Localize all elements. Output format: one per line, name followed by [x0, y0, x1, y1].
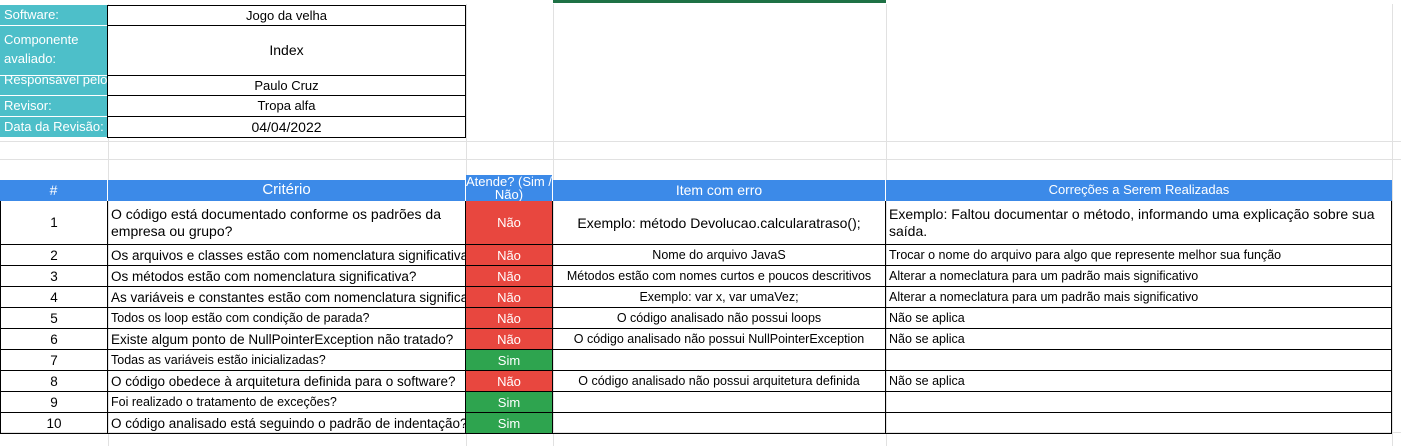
- row-num[interactable]: 3: [0, 266, 108, 287]
- header-item-erro[interactable]: Item com erro: [553, 180, 886, 201]
- selected-column-indicator: [553, 0, 886, 3]
- row-atende-status[interactable]: Não: [466, 245, 553, 266]
- row-item-erro[interactable]: [553, 350, 886, 371]
- row-correcao[interactable]: Não se aplica: [886, 308, 1392, 329]
- row-atende-status[interactable]: Não: [466, 201, 553, 245]
- row-atende-status[interactable]: Não: [466, 308, 553, 329]
- row-atende-status[interactable]: Sim: [466, 413, 553, 434]
- row-correcao[interactable]: Exemplo: Faltou documentar o método, inf…: [886, 201, 1392, 245]
- row-num[interactable]: 1: [0, 201, 108, 245]
- row-item-erro[interactable]: O código analisado não possui arquitetur…: [553, 371, 886, 392]
- info-value-revisor[interactable]: Tropa alfa: [107, 95, 466, 117]
- row-criterio[interactable]: Os métodos estão com nomenclatura signif…: [108, 266, 466, 287]
- row-correcao[interactable]: [886, 392, 1392, 413]
- info-value-software[interactable]: Jogo da velha: [107, 5, 466, 26]
- row-correcao[interactable]: Alterar a nomeclatura para um padrão mai…: [886, 287, 1392, 308]
- row-atende-status[interactable]: Sim: [466, 350, 553, 371]
- row-num[interactable]: 8: [0, 371, 108, 392]
- header-atende[interactable]: Atende? (Sim / Não): [466, 175, 553, 201]
- row-num[interactable]: 4: [0, 287, 108, 308]
- row-correcao[interactable]: [886, 350, 1392, 371]
- row-criterio[interactable]: O código analisado está seguindo o padrã…: [108, 413, 466, 434]
- header-criterio[interactable]: Critério: [108, 180, 466, 201]
- row-item-erro[interactable]: Exemplo: método Devolucao.calcularatraso…: [553, 201, 886, 245]
- row-atende-status[interactable]: Sim: [466, 392, 553, 413]
- row-criterio[interactable]: Foi realizado o tratamento de exceções?: [108, 392, 466, 413]
- row-item-erro[interactable]: Exemplo: var x, var umaVez;: [553, 287, 886, 308]
- row-item-erro[interactable]: O código analisado não possui NullPointe…: [553, 329, 886, 350]
- row-num[interactable]: 7: [0, 350, 108, 371]
- row-atende-status[interactable]: Não: [466, 287, 553, 308]
- row-atende-status[interactable]: Não: [466, 266, 553, 287]
- info-label-responsavel[interactable]: Responsável pelo: [0, 76, 108, 96]
- row-criterio[interactable]: Os arquivos e classes estão com nomencla…: [108, 245, 466, 266]
- row-criterio[interactable]: O código obedece à arquitetura definida …: [108, 371, 466, 392]
- row-criterio[interactable]: Existe algum ponto de NullPointerExcepti…: [108, 329, 466, 350]
- row-criterio[interactable]: Todas as variáveis estão inicializadas?: [108, 350, 466, 371]
- row-num[interactable]: 10: [0, 413, 108, 434]
- info-value-componente[interactable]: Index: [107, 25, 466, 76]
- row-num[interactable]: 6: [0, 329, 108, 350]
- row-num[interactable]: 5: [0, 308, 108, 329]
- row-num[interactable]: 9: [0, 392, 108, 413]
- header-correcoes[interactable]: Correções a Serem Realizadas: [886, 180, 1392, 201]
- row-correcao[interactable]: [886, 413, 1392, 434]
- header-num[interactable]: #: [0, 180, 108, 201]
- row-num[interactable]: 2: [0, 245, 108, 266]
- info-label-componente[interactable]: Componente avaliado:: [0, 26, 108, 76]
- row-item-erro[interactable]: Métodos estão com nomes curtos e poucos …: [553, 266, 886, 287]
- row-correcao[interactable]: Alterar a nomeclatura para um padrão mai…: [886, 266, 1392, 287]
- row-criterio[interactable]: O código está documentado conforme os pa…: [108, 201, 466, 245]
- row-item-erro[interactable]: [553, 392, 886, 413]
- row-correcao[interactable]: Não se aplica: [886, 371, 1392, 392]
- info-label-data[interactable]: Data da Revisão:: [0, 117, 108, 138]
- info-label-revisor[interactable]: Revisor:: [0, 96, 108, 117]
- row-atende-status[interactable]: Não: [466, 371, 553, 392]
- info-value-data[interactable]: 04/04/2022: [107, 116, 466, 138]
- row-item-erro[interactable]: O código analisado não possui loops: [553, 308, 886, 329]
- info-value-responsavel[interactable]: Paulo Cruz: [107, 75, 466, 96]
- row-item-erro[interactable]: [553, 413, 886, 434]
- row-item-erro[interactable]: Nome do arquivo JavaS: [553, 245, 886, 266]
- row-correcao[interactable]: Não se aplica: [886, 329, 1392, 350]
- column-header-strip: [0, 0, 1401, 4]
- row-atende-status[interactable]: Não: [466, 329, 553, 350]
- row-criterio[interactable]: Todos os loop estão com condição de para…: [108, 308, 466, 329]
- info-label-software[interactable]: Software:: [0, 5, 108, 26]
- row-correcao[interactable]: Trocar o nome do arquivo para algo que r…: [886, 245, 1392, 266]
- row-criterio[interactable]: As variáveis e constantes estão com nome…: [108, 287, 466, 308]
